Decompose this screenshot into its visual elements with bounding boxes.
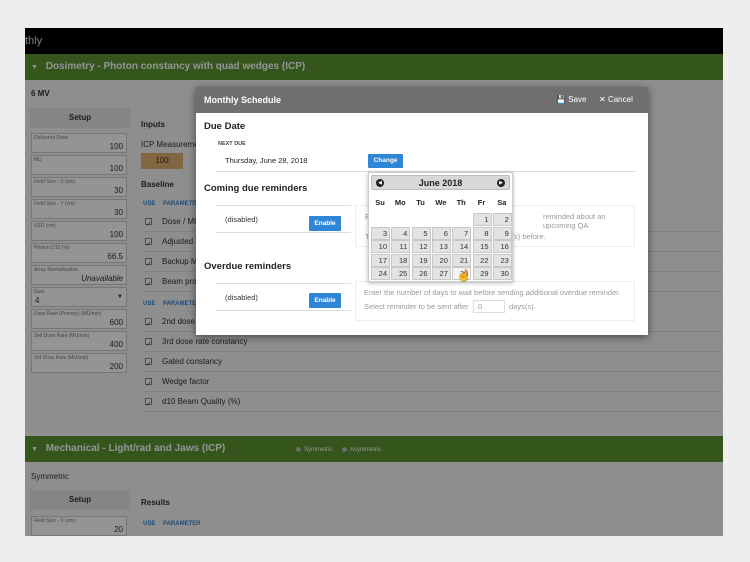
calendar-day[interactable]: 11 xyxy=(391,240,411,253)
calendar-day[interactable]: 25 xyxy=(391,267,411,280)
calendar-day[interactable]: 9 xyxy=(492,226,512,240)
date-picker-title: June 2018 xyxy=(418,178,463,188)
calendar-day[interactable]: 3 xyxy=(371,226,390,240)
next-month-icon[interactable]: ▶ xyxy=(497,179,505,187)
change-date-button[interactable]: Change xyxy=(368,154,403,168)
calendar-day[interactable]: 21 xyxy=(452,253,472,267)
calendar-day[interactable]: 14 xyxy=(452,240,472,253)
weekday-label: Tu xyxy=(416,198,425,207)
enable-coming-due-button[interactable]: Enable xyxy=(309,216,341,231)
coming-due-status: (disabled) xyxy=(225,215,258,224)
cancel-label: Cancel xyxy=(607,95,633,104)
overdue-heading: Overdue reminders xyxy=(204,261,292,272)
weekday-label: We xyxy=(435,198,447,207)
overdue-days-input[interactable]: 0 xyxy=(473,300,505,313)
calendar-day[interactable]: 19 xyxy=(411,253,431,267)
overdue-status: (disabled) xyxy=(225,293,258,302)
date-picker: ◀ June 2018 ▶ Su Mo Tu We Th Fr Sa 1 2 3 4 5 6 7 8 9 10… xyxy=(368,172,513,282)
next-due-label: NEXT DUE xyxy=(218,141,246,147)
weekday-label: Mo xyxy=(394,198,406,207)
calendar-day[interactable]: 20 xyxy=(431,253,451,267)
calendar-day[interactable]: 17 xyxy=(371,253,390,267)
calendar-day[interactable]: 30 xyxy=(492,267,512,280)
cancel-button[interactable]: ✕ Cancel xyxy=(599,87,633,113)
calendar-day[interactable]: 24 xyxy=(371,267,390,280)
calendar-day[interactable]: 15 xyxy=(472,240,492,253)
date-picker-header: ◀ June 2018 ▶ xyxy=(371,175,510,190)
save-button[interactable]: 💾 Save xyxy=(556,87,586,113)
enable-overdue-button[interactable]: Enable xyxy=(309,293,341,308)
calendar-day[interactable]: 26 xyxy=(411,267,431,280)
next-due-value: Thursday, June 28, 2018 xyxy=(225,156,308,165)
calendar-day[interactable]: 22 xyxy=(472,253,492,267)
calendar-day[interactable]: 1 xyxy=(472,213,492,226)
due-date-heading: Due Date xyxy=(204,121,246,132)
calendar-day[interactable]: 10 xyxy=(371,240,390,253)
close-icon: ✕ xyxy=(599,95,606,104)
calendar-day[interactable]: 2 xyxy=(492,213,512,226)
calendar-day[interactable]: 16 xyxy=(492,240,512,253)
overdue-hint-box: Enter the number of days to wait before … xyxy=(355,281,635,321)
app-frame: thly ▼ Dosimetry - Photon constancy with… xyxy=(25,28,723,536)
calendar-day[interactable]: 12 xyxy=(411,240,431,253)
calendar-day[interactable]: 5 xyxy=(411,226,431,240)
calendar-day[interactable]: 8 xyxy=(472,226,492,240)
modal-header: Monthly Schedule 💾 Save ✕ Cancel xyxy=(196,87,648,113)
calendar-day[interactable]: 6 xyxy=(431,226,451,240)
overdue-hint-days: days(s). xyxy=(509,302,536,311)
calendar-day[interactable]: 29 xyxy=(472,267,492,280)
overdue-hint-line2: Select reminder to be sent after xyxy=(364,302,469,311)
calendar-day[interactable]: 18 xyxy=(391,253,411,267)
coming-due-heading: Coming due reminders xyxy=(204,183,308,194)
weekday-label: Su xyxy=(375,198,385,207)
save-icon: 💾 xyxy=(556,95,566,104)
calendar-day[interactable]: 7 xyxy=(452,226,472,240)
overdue-hint-line1: Enter the number of days to wait before … xyxy=(364,288,621,297)
weekday-label: Sa xyxy=(497,198,507,207)
calendar-day[interactable]: 27 xyxy=(431,267,451,280)
calendar-day[interactable]: 23 xyxy=(492,253,512,267)
save-label: Save xyxy=(568,95,587,104)
hand-cursor-icon: ☝ xyxy=(457,270,471,282)
calendar-day[interactable]: 13 xyxy=(431,240,451,253)
weekday-label: Th xyxy=(456,198,466,207)
hint-fragment: reminded about an upcoming QA xyxy=(543,212,606,230)
calendar-day[interactable]: 4 xyxy=(391,226,411,240)
modal-title: Monthly Schedule xyxy=(204,95,282,105)
weekday-label: Fr xyxy=(477,198,486,207)
